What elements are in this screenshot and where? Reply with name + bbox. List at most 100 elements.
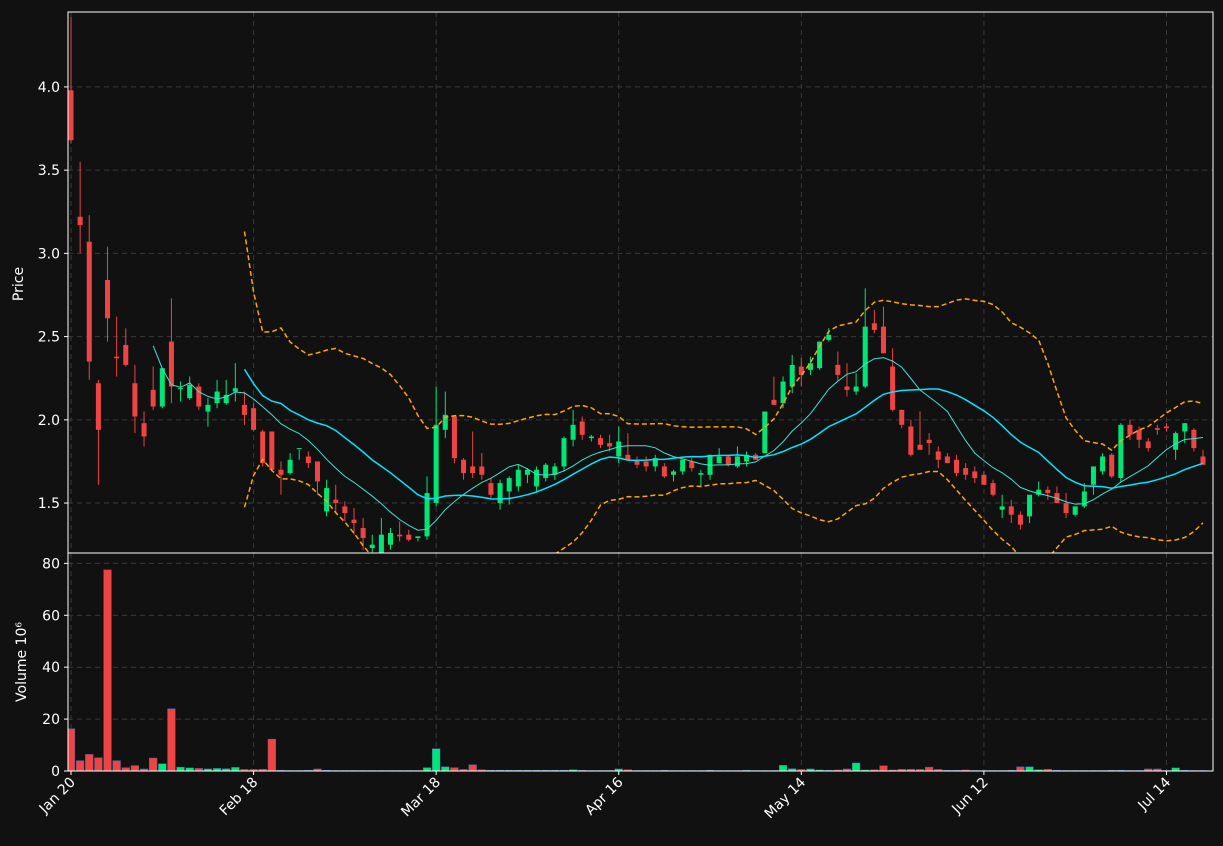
- candle-body: [251, 408, 257, 430]
- candle-body: [1127, 424, 1133, 435]
- volume-bar: [1025, 766, 1034, 771]
- price-tick-label: 4.0: [38, 80, 60, 96]
- candle-body: [397, 534, 403, 537]
- volume-bar: [450, 767, 459, 771]
- candle-body: [880, 326, 886, 354]
- candle-body: [871, 323, 877, 330]
- candle-body: [497, 483, 503, 504]
- candle-body: [506, 478, 512, 492]
- candle-body: [1173, 433, 1179, 450]
- price-tick-label: 3.5: [38, 163, 60, 179]
- candle-body: [433, 424, 439, 504]
- volume-bar: [441, 766, 450, 771]
- candle-body: [890, 366, 896, 410]
- candle-body: [241, 404, 247, 415]
- candle-body: [515, 469, 521, 487]
- volume-tick-label: 0: [51, 764, 60, 780]
- candle-body: [114, 356, 120, 359]
- candle-body: [360, 528, 366, 539]
- candle-body: [95, 383, 101, 430]
- candle-body: [853, 386, 859, 392]
- volume-bar: [103, 569, 112, 771]
- candle-body: [205, 404, 211, 412]
- price-axis-label: Price: [11, 267, 27, 301]
- candle-body: [981, 474, 987, 485]
- candle-body: [388, 533, 394, 545]
- candle-body: [214, 391, 220, 404]
- volume-bar: [422, 767, 432, 771]
- candle-body: [844, 386, 850, 390]
- candle-body: [588, 436, 594, 439]
- volume-bar: [778, 765, 788, 771]
- price-tick-label: 2.5: [38, 330, 60, 346]
- volume-bar: [267, 738, 276, 771]
- candle-body: [132, 383, 138, 417]
- volume-bar: [432, 748, 441, 771]
- volume-tick-label: 80: [42, 556, 60, 572]
- candle-body: [661, 466, 667, 477]
- volume-bar: [76, 760, 85, 771]
- candle-body: [168, 341, 174, 387]
- volume-bar: [176, 766, 185, 771]
- candle-body: [86, 241, 92, 362]
- price-tick-label: 2.0: [38, 413, 60, 429]
- volume-bar: [852, 762, 861, 771]
- candle-body: [351, 519, 357, 524]
- candle-body: [342, 506, 348, 514]
- candle-body: [369, 544, 375, 549]
- candle-body: [150, 389, 156, 407]
- candle-body: [524, 469, 530, 475]
- candle-body: [105, 280, 111, 319]
- candle-body: [178, 388, 184, 390]
- candle-body: [716, 456, 722, 464]
- candle-body: [680, 459, 686, 472]
- candle-body: [999, 506, 1005, 510]
- candle-body: [269, 431, 275, 470]
- candle-body: [561, 438, 567, 467]
- candle-body: [972, 471, 978, 479]
- candle-body: [534, 469, 540, 487]
- candle-body: [917, 444, 923, 450]
- candle-body: [1109, 454, 1115, 477]
- volume-bar: [121, 767, 130, 771]
- candle-body: [616, 441, 622, 457]
- candle-body: [963, 468, 969, 475]
- price-tick-label: 3.0: [38, 246, 60, 262]
- candle-body: [187, 384, 193, 399]
- candle-body: [333, 499, 339, 504]
- candle-body: [771, 399, 777, 405]
- candle-body: [406, 534, 412, 540]
- candle-body: [899, 409, 905, 425]
- candle-body: [1118, 424, 1124, 479]
- chart-svg: 1.52.02.53.03.54.0 020406080Jan 20 Feb 18…: [0, 0, 1223, 842]
- volume-bar: [879, 765, 888, 771]
- candle-body: [689, 461, 695, 469]
- candle-body: [123, 344, 129, 365]
- volume-bar: [112, 760, 121, 771]
- candle-body: [77, 216, 83, 226]
- volume-bar: [925, 766, 934, 771]
- candle-body: [1045, 489, 1051, 494]
- volume-tick-label: 40: [42, 660, 60, 676]
- volume-axis-label: Volume 10⁶: [14, 622, 30, 702]
- candle-body: [1017, 514, 1023, 525]
- candle-body: [862, 326, 868, 387]
- volume-bar: [468, 764, 477, 771]
- candle-body: [1008, 506, 1014, 515]
- volume-tick-label: 20: [42, 712, 60, 728]
- candle-body: [835, 364, 841, 375]
- candle-body: [734, 456, 740, 467]
- candle-body: [305, 456, 311, 464]
- candle-body: [451, 416, 457, 459]
- candle-body: [926, 439, 932, 444]
- candle-body: [68, 90, 74, 141]
- candle-body: [1163, 426, 1169, 429]
- candle-body: [826, 334, 832, 340]
- volume-bar: [149, 757, 158, 771]
- candle-body: [287, 459, 293, 474]
- candle-body: [908, 426, 914, 455]
- candle-body: [1145, 441, 1151, 449]
- candle-body: [488, 483, 494, 495]
- candle-body: [1100, 456, 1106, 472]
- candle-body: [470, 466, 476, 474]
